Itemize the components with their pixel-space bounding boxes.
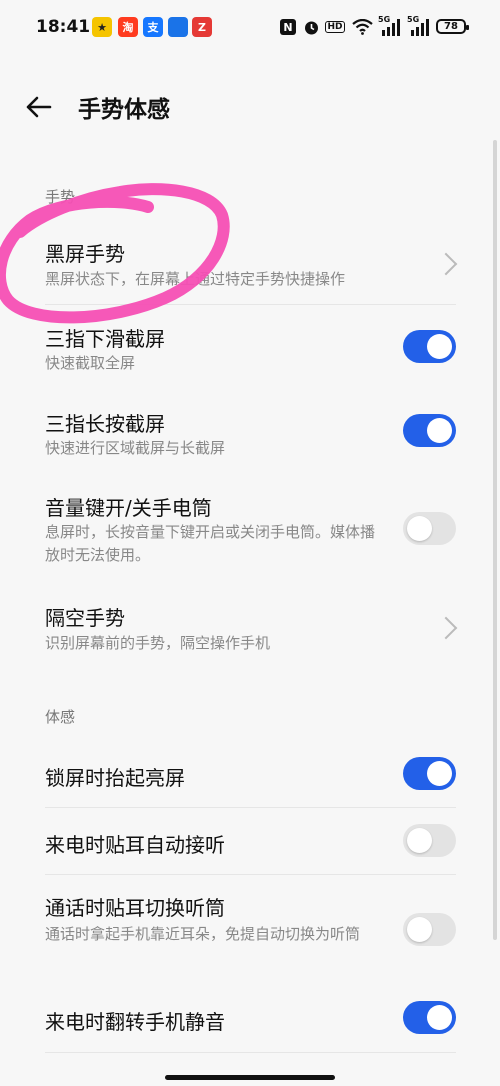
row-title: 来电时翻转手机静音: [45, 1010, 225, 1034]
row-ear-switch-receiver[interactable]: 通话时贴耳切换听筒 通话时拿起手机靠近耳朵，免提自动切换为听筒: [0, 876, 500, 984]
row-subtitle: 黑屏状态下，在屏幕上通过特定手势快捷操作: [45, 270, 346, 288]
toggle-switch[interactable]: [403, 512, 456, 545]
toggle-knob: [407, 828, 432, 853]
app-header: 手势体感: [0, 60, 500, 152]
notification-app-icon: ★: [92, 17, 112, 37]
status-bar: 18:41 ★ 淘 支 Z N HD 5G 5G 78: [0, 0, 500, 56]
row-title: 音量键开/关手电筒: [45, 496, 212, 520]
app-notification-icon: [168, 17, 188, 37]
row-title: 黑屏手势: [45, 242, 125, 266]
toggle-knob: [407, 516, 432, 541]
alipay-notification-icon: 支: [143, 17, 163, 37]
back-button[interactable]: [22, 90, 56, 124]
row-volume-flashlight[interactable]: 音量键开/关手电筒 息屏时，长按音量下键开启或关闭手电筒。媒体播放时无法使用。: [0, 474, 500, 582]
nfc-icon: N: [279, 17, 297, 37]
section-label-gesture: 手势: [45, 188, 76, 206]
row-three-finger-down-screenshot[interactable]: 三指下滑截屏 快速截取全屏: [0, 305, 500, 387]
back-arrow-icon: [26, 96, 52, 118]
divider: [45, 1052, 456, 1053]
row-title: 三指长按截屏: [45, 412, 165, 436]
toggle-switch[interactable]: [403, 414, 456, 447]
home-indicator[interactable]: [165, 1075, 335, 1080]
signal2-icon: 5G: [407, 15, 431, 37]
signal-icon: 5G: [378, 15, 402, 37]
toggle-switch[interactable]: [403, 824, 456, 857]
toggle-switch[interactable]: [403, 1001, 456, 1034]
row-partial[interactable]: [0, 1062, 500, 1086]
row-subtitle: 息屏时，长按音量下键开启或关闭手电筒。媒体播放时无法使用。: [45, 523, 376, 564]
status-time: 18:41: [36, 17, 91, 37]
alarm-icon: [302, 17, 320, 37]
row-subtitle: 通话时拿起手机靠近耳朵，免提自动切换为听筒: [45, 925, 361, 943]
app2-notification-icon: Z: [192, 17, 212, 37]
row-title: 锁屏时抬起亮屏: [45, 766, 185, 790]
row-subtitle: 快速进行区域截屏与长截屏: [45, 439, 226, 457]
toggle-knob: [427, 418, 452, 443]
toggle-knob: [427, 761, 452, 786]
row-title: 来电时贴耳自动接听: [45, 833, 225, 857]
row-ear-auto-answer[interactable]: 来电时贴耳自动接听: [0, 808, 500, 874]
toggle-knob: [427, 334, 452, 359]
row-raise-to-wake[interactable]: 锁屏时抬起亮屏: [0, 740, 500, 806]
taobao-notification-icon: 淘: [118, 17, 138, 37]
row-black-screen-gesture[interactable]: 黑屏手势 黑屏状态下，在屏幕上通过特定手势快捷操作: [0, 218, 500, 304]
row-air-gesture[interactable]: 隔空手势 识别屏幕前的手势，隔空操作手机: [0, 584, 500, 670]
row-title: 三指下滑截屏: [45, 327, 165, 351]
row-flip-to-mute[interactable]: 来电时翻转手机静音: [0, 986, 500, 1052]
wifi-icon: [351, 17, 373, 37]
battery-icon: 78: [436, 19, 469, 34]
row-title: 隔空手势: [45, 606, 125, 630]
chevron-right-icon: [434, 252, 458, 276]
toggle-knob: [407, 917, 432, 942]
hd-icon: HD: [325, 21, 345, 33]
toggle-switch[interactable]: [403, 330, 456, 363]
toggle-knob: [427, 1005, 452, 1030]
row-three-finger-press-screenshot[interactable]: 三指长按截屏 快速进行区域截屏与长截屏: [0, 390, 500, 472]
divider: [45, 874, 456, 875]
row-title: 通话时贴耳切换听筒: [45, 896, 225, 920]
page-title: 手势体感: [78, 97, 170, 123]
toggle-switch[interactable]: [403, 757, 456, 790]
chevron-right-icon: [434, 616, 458, 640]
toggle-switch[interactable]: [403, 913, 456, 946]
row-subtitle: 快速截取全屏: [45, 354, 136, 372]
row-subtitle: 识别屏幕前的手势，隔空操作手机: [45, 634, 271, 652]
section-label-motion: 体感: [45, 708, 76, 726]
